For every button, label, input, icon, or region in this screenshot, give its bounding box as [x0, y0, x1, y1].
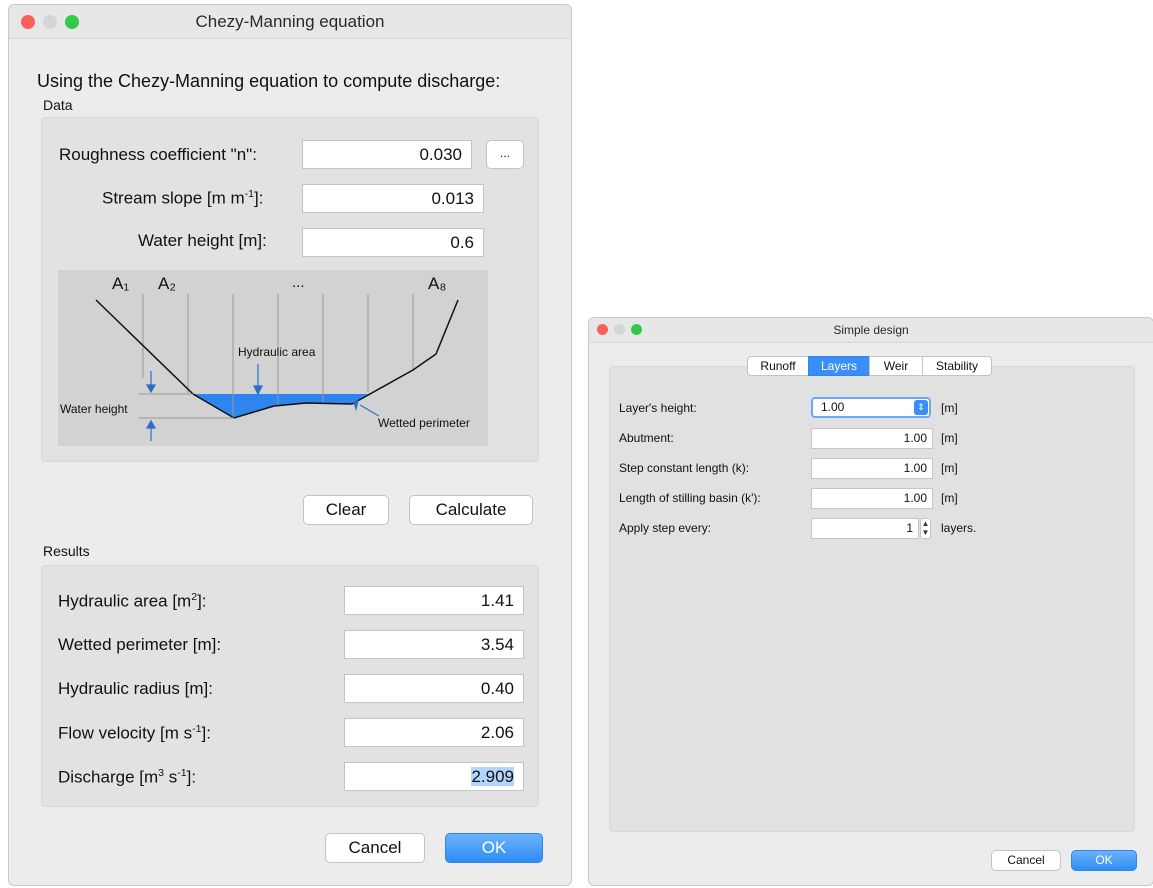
- data-panel: Roughness coefficient "n": 0.030 ... Str…: [41, 117, 539, 462]
- stepper-arrows-icon[interactable]: ▲ ▼: [920, 518, 931, 539]
- window-titlebar[interactable]: Chezy-Manning equation: [9, 5, 571, 39]
- tab-stability[interactable]: Stability: [922, 356, 992, 376]
- stilling-basin-length-unit: [m]: [941, 491, 958, 505]
- hydraulic-area-output[interactable]: 1.41: [344, 586, 524, 615]
- results-panel: Hydraulic area [m2]: 1.41 Wetted perimet…: [41, 565, 539, 807]
- minimize-window-button[interactable]: [43, 15, 57, 29]
- step-constant-length-label: Step constant length (k):: [619, 461, 750, 475]
- ok-button[interactable]: OK: [1071, 850, 1137, 871]
- stilling-basin-length-label: Length of stilling basin (k'):: [619, 491, 761, 505]
- step-constant-length-unit: [m]: [941, 461, 958, 475]
- roughness-input[interactable]: 0.030: [302, 140, 472, 169]
- hydraulic-area-label: Hydraulic area [m2]:: [58, 591, 207, 611]
- layers-height-unit: [m]: [941, 401, 958, 415]
- flow-velocity-output[interactable]: 2.06: [344, 718, 524, 747]
- discharge-output[interactable]: 2.909: [344, 762, 524, 791]
- window-title: Chezy-Manning equation: [195, 12, 385, 31]
- close-window-button[interactable]: [21, 15, 35, 29]
- area-a1-label: A₁: [112, 274, 130, 293]
- ok-button[interactable]: OK: [445, 833, 543, 863]
- minimize-window-button[interactable]: [614, 324, 625, 335]
- window-title: Simple design: [833, 323, 909, 337]
- wetted-perimeter-output[interactable]: 3.54: [344, 630, 524, 659]
- calculate-button[interactable]: Calculate: [409, 495, 533, 525]
- abutment-label: Abutment:: [619, 431, 674, 445]
- stilling-basin-length-input[interactable]: 1.00: [811, 488, 933, 509]
- window-titlebar[interactable]: Simple design: [589, 318, 1153, 343]
- zoom-window-button[interactable]: [631, 324, 642, 335]
- tab-weir[interactable]: Weir: [869, 356, 923, 376]
- area-a8-label: A₈: [428, 274, 447, 293]
- wetted-perimeter-diagram-label: Wetted perimeter: [378, 416, 470, 430]
- abutment-unit: [m]: [941, 431, 958, 445]
- hydraulic-radius-output[interactable]: 0.40: [344, 674, 524, 703]
- clear-button[interactable]: Clear: [303, 495, 389, 525]
- apply-step-every-unit: layers.: [941, 521, 977, 535]
- layers-height-value: 1.00: [821, 400, 845, 414]
- abutment-input[interactable]: 1.00: [811, 428, 933, 449]
- stream-slope-label: Stream slope [m m-1]:: [102, 188, 264, 208]
- hydraulic-radius-label: Hydraulic radius [m]:: [58, 679, 213, 698]
- step-constant-length-input[interactable]: 1.00: [811, 458, 933, 479]
- roughness-more-button[interactable]: ...: [486, 140, 524, 169]
- area-a2-label: A₂: [158, 274, 176, 293]
- cancel-button[interactable]: Cancel: [991, 850, 1061, 871]
- flow-velocity-label: Flow velocity [m s-1]:: [58, 723, 211, 743]
- apply-step-every-label: Apply step every:: [619, 521, 712, 535]
- tab-layers[interactable]: Layers: [808, 356, 870, 376]
- discharge-selected-text: 2.909: [471, 767, 514, 786]
- select-chevrons-icon[interactable]: ⇕: [914, 400, 928, 415]
- roughness-label: Roughness coefficient "n":: [59, 145, 257, 164]
- layers-height-select[interactable]: 1.00 ⇕: [811, 397, 931, 418]
- cancel-button[interactable]: Cancel: [325, 833, 425, 863]
- tab-runoff[interactable]: Runoff: [747, 356, 809, 376]
- water-height-label: Water height [m]:: [138, 231, 267, 250]
- discharge-label: Discharge [m3 s-1]:: [58, 767, 197, 787]
- simple-design-window: Simple design Runoff Layers Weir Stabili…: [588, 317, 1153, 886]
- data-section-label: Data: [43, 97, 73, 113]
- area-dots-label: ...: [292, 274, 305, 291]
- water-height-diagram-label: Water height: [60, 402, 128, 416]
- heading: Using the Chezy-Manning equation to comp…: [37, 71, 501, 91]
- stream-slope-input[interactable]: 0.013: [302, 184, 484, 213]
- water-height-input[interactable]: 0.6: [302, 228, 484, 257]
- layers-height-label: Layer's height:: [619, 401, 697, 415]
- results-section-label: Results: [43, 543, 90, 559]
- hydraulic-area-diagram-label: Hydraulic area: [238, 345, 316, 359]
- wetted-perimeter-label: Wetted perimeter [m]:: [58, 635, 222, 654]
- chezy-manning-window: Chezy-Manning equation Using the Chezy-M…: [8, 4, 572, 886]
- zoom-window-button[interactable]: [65, 15, 79, 29]
- apply-step-every-input[interactable]: 1: [811, 518, 919, 539]
- close-window-button[interactable]: [597, 324, 608, 335]
